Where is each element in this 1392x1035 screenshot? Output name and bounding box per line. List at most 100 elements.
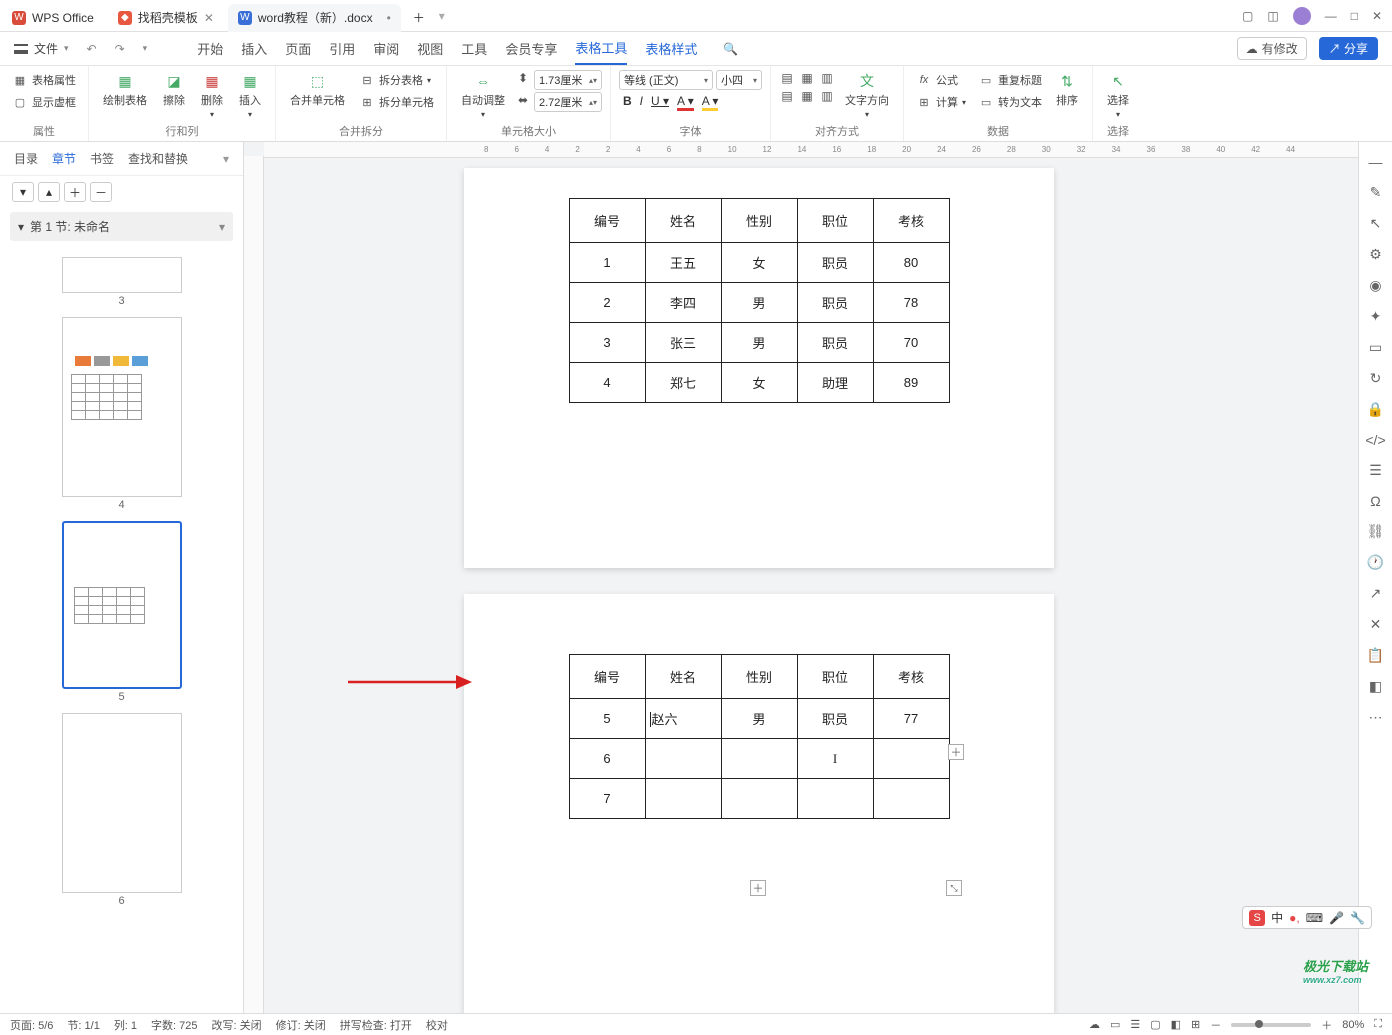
status-revise[interactable]: 修订: 关闭 [276,1017,326,1033]
cursor-icon[interactable]: ↖ [1370,215,1382,232]
table-cell[interactable]: 89 [873,363,949,403]
table-cell[interactable] [645,739,721,779]
thumb-page-3[interactable] [62,257,182,293]
table-cell[interactable]: 3 [569,323,645,363]
select-button[interactable]: ↖选择▾ [1101,70,1135,121]
table-cell[interactable]: 张三 [645,323,721,363]
wand-icon[interactable]: ✦ [1370,308,1382,325]
tab-toc[interactable]: 目录 [14,150,38,167]
to-text-button[interactable]: ▭转为文本 [974,92,1046,112]
menu-review[interactable]: 审阅 [373,39,399,58]
menu-insert[interactable]: 插入 [241,39,267,58]
table-cell[interactable]: 1 [569,243,645,283]
clock-icon[interactable]: 🕐 [1367,554,1384,571]
pencil-icon[interactable]: ✎ [1370,184,1382,201]
table-cell[interactable]: 男 [721,283,797,323]
table-cell[interactable] [873,779,949,819]
status-words[interactable]: 字数: 725 [151,1017,197,1033]
data-table-2[interactable]: 编号姓名性别职位考核 5赵六男职员77 6I 7 [569,654,950,819]
ime-punct-icon[interactable]: ●, [1289,911,1300,925]
table-cell[interactable] [721,779,797,819]
repeat-header-button[interactable]: ▭重复标题 [974,70,1046,90]
collapse-up-button[interactable]: ▴ [38,182,60,202]
align-tc[interactable]: ▦ [799,70,815,86]
font-select[interactable]: 等线 (正文)▾ [619,70,713,90]
table-cell[interactable]: 女 [721,363,797,403]
section-header[interactable]: ▾ 第 1 节: 未命名 ▾ [10,212,233,241]
status-page[interactable]: 页面: 5/6 [10,1017,53,1033]
table-cell[interactable]: 7 [569,779,645,819]
table-cell[interactable]: 性别 [721,199,797,243]
page-4[interactable]: 编号姓名性别职位考核 1王五女职员80 2李四男职员78 3张三男职员70 4郑… [464,168,1054,568]
status-col[interactable]: 列: 1 [114,1017,137,1033]
settings-icon[interactable]: ⚙ [1369,246,1382,263]
layout-icon[interactable]: ▢ [1242,9,1253,23]
search-icon[interactable]: 🔍 [723,42,738,56]
minus-icon[interactable]: — [1369,154,1383,170]
align-tl[interactable]: ▤ [779,70,795,86]
vertical-ruler[interactable] [244,156,264,1013]
more-icon[interactable]: ⋯ [1369,709,1383,726]
insert-button[interactable]: ▦插入▾ [233,70,267,121]
thumb-page-5[interactable] [62,521,182,689]
section-more[interactable]: ▾ [219,220,225,234]
zoom-slider[interactable] [1231,1023,1311,1027]
table-cell[interactable]: 郑七 [645,363,721,403]
ime-mic-icon[interactable]: 🎤 [1329,911,1344,925]
font-color-button[interactable]: A ▾ [677,94,694,111]
tab-dropdown[interactable]: ▾ [439,9,445,23]
table-cell[interactable] [645,779,721,819]
pages-scroll[interactable]: 编号姓名性别职位考核 1王五女职员80 2李四男职员78 3张三男职员70 4郑… [264,158,1358,1013]
table-cell[interactable]: 女 [721,243,797,283]
table-cell[interactable]: 赵六 [645,699,721,739]
globe-icon[interactable]: ◉ [1369,277,1381,294]
minimize-button[interactable]: — [1325,9,1337,23]
x-icon[interactable]: ✕ [1370,616,1382,633]
status-spell[interactable]: 拼写检查: 打开 [340,1017,412,1033]
table-cell[interactable]: 男 [721,699,797,739]
avatar[interactable] [1293,7,1311,25]
add-column-handle[interactable]: ＋ [948,744,964,760]
menu-view[interactable]: 视图 [417,39,443,58]
horizontal-ruler[interactable]: 8642246810121416182024262830323436384042… [264,142,1358,158]
tab-document[interactable]: W word教程（新）.docx • [228,4,401,32]
table-cell[interactable]: 李四 [645,283,721,323]
table-cell[interactable]: 姓名 [645,655,721,699]
table-cell[interactable]: 2 [569,283,645,323]
ime-toolbar[interactable]: S 中 ●, ⌨ 🎤 🔧 [1242,906,1372,929]
tab-app[interactable]: W WPS Office [2,4,104,32]
table-cell[interactable]: 80 [873,243,949,283]
share-button[interactable]: ↗ 分享 [1319,37,1378,60]
align-tr[interactable]: ▥ [819,70,835,86]
lock-icon[interactable]: 🔒 [1367,401,1384,418]
menu-page[interactable]: 页面 [285,39,311,58]
remove-section-button[interactable]: － [90,182,112,202]
changes-indicator[interactable]: ☁ 有修改 [1237,37,1307,60]
view-list-icon[interactable]: ☰ [1130,1018,1140,1031]
undo-button[interactable]: ↶ [87,42,97,56]
table-cell[interactable]: 6 [569,739,645,779]
status-section[interactable]: 节: 1/1 [67,1017,99,1033]
maximize-button[interactable]: □ [1351,9,1358,23]
new-tab-button[interactable]: ＋ [405,4,433,32]
eraser-button[interactable]: ◪擦除 [157,70,191,110]
table-cell[interactable]: 职位 [797,199,873,243]
thumb-page-4[interactable] [62,317,182,497]
delete-button[interactable]: ▦删除▾ [195,70,229,121]
table-cell[interactable]: 70 [873,323,949,363]
layout-icon[interactable]: ◧ [1369,678,1382,695]
code-icon[interactable]: </> [1365,432,1385,448]
menu-tools[interactable]: 工具 [461,39,487,58]
table-cell[interactable]: 4 [569,363,645,403]
redo-button[interactable]: ↷ [115,42,125,56]
add-row-handle[interactable]: ＋ [750,880,766,896]
merge-cells-button[interactable]: ⬚合并单元格 [284,70,351,110]
page-5[interactable]: 编号姓名性别职位考核 5赵六男职员77 6I 7 ＋ ＋ ⤡ [464,594,1054,1013]
highlight-button[interactable]: A ▾ [702,94,719,111]
autofit-button[interactable]: ⇔自动调整▾ [455,70,511,121]
export-icon[interactable]: ↗ [1370,585,1382,602]
table-cell[interactable]: 职员 [797,243,873,283]
split-cell-button[interactable]: ⊞拆分单元格 [355,92,438,112]
bold-button[interactable]: B [623,94,632,111]
cloud-icon[interactable]: ☁ [1089,1018,1100,1031]
